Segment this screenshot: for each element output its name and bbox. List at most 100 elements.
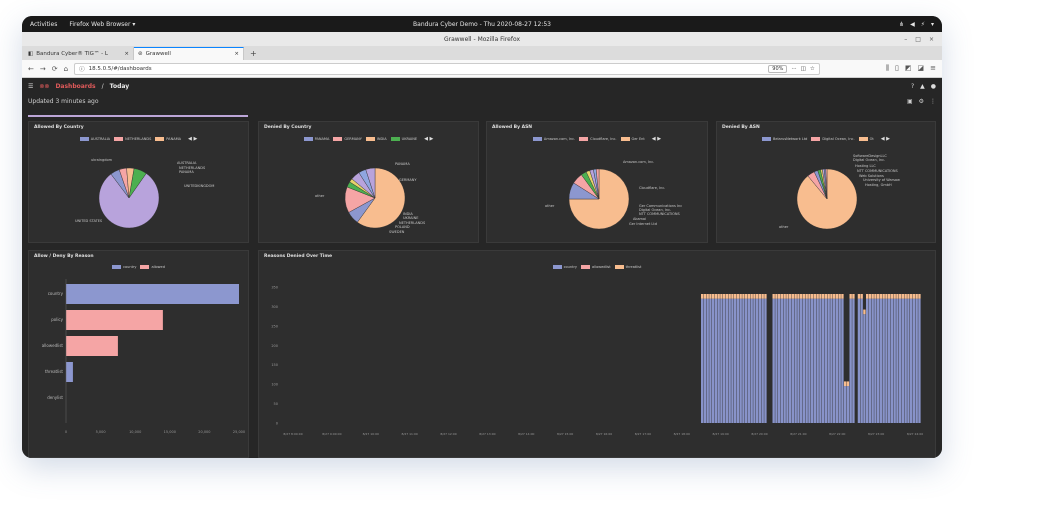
time-bar-cap[interactable] bbox=[910, 293, 913, 299]
time-bar[interactable] bbox=[780, 298, 784, 423]
time-bar-cap[interactable] bbox=[731, 293, 734, 299]
time-bar-cap[interactable] bbox=[800, 293, 803, 299]
time-bar-cap[interactable] bbox=[827, 293, 830, 299]
forward-icon[interactable]: → bbox=[40, 65, 46, 73]
time-bar-cap[interactable] bbox=[844, 381, 847, 387]
power-icon[interactable]: ⚡ bbox=[921, 21, 925, 28]
time-bar[interactable] bbox=[835, 298, 839, 423]
time-bar[interactable] bbox=[896, 298, 899, 423]
time-bar-cap[interactable] bbox=[703, 293, 707, 299]
time-bar[interactable] bbox=[756, 298, 759, 423]
more-icon[interactable]: ⋮ bbox=[930, 98, 936, 105]
time-bar-cap[interactable] bbox=[893, 293, 896, 299]
time-bar[interactable] bbox=[775, 298, 778, 423]
breadcrumb-page[interactable]: Today bbox=[110, 83, 130, 90]
time-bar-cap[interactable] bbox=[756, 293, 759, 299]
time-bar[interactable] bbox=[761, 298, 764, 423]
time-bar-cap[interactable] bbox=[772, 293, 775, 299]
time-bar-cap[interactable] bbox=[877, 293, 880, 299]
time-bar[interactable] bbox=[877, 298, 880, 423]
time-bar[interactable] bbox=[901, 298, 905, 423]
time-bar[interactable] bbox=[731, 298, 734, 423]
time-bar-cap[interactable] bbox=[819, 293, 822, 299]
extension-icon[interactable]: ◩ bbox=[905, 64, 912, 73]
time-bar-cap[interactable] bbox=[838, 293, 841, 299]
time-bar-cap[interactable] bbox=[739, 293, 742, 299]
time-bar-cap[interactable] bbox=[805, 293, 808, 299]
library-icon[interactable]: ⫼ bbox=[886, 64, 889, 73]
time-bar-cap[interactable] bbox=[714, 293, 718, 299]
bar[interactable] bbox=[66, 336, 118, 356]
time-bar-cap[interactable] bbox=[764, 293, 767, 299]
time-bar[interactable] bbox=[725, 298, 729, 423]
time-bar[interactable] bbox=[816, 298, 819, 423]
time-bar-cap[interactable] bbox=[918, 293, 921, 299]
sidebar-icon[interactable]: ▯ bbox=[895, 64, 899, 73]
time-bar[interactable] bbox=[893, 298, 896, 423]
time-bar-cap[interactable] bbox=[822, 293, 825, 299]
bar[interactable] bbox=[66, 310, 163, 330]
time-bar-cap[interactable] bbox=[890, 293, 894, 299]
time-bar[interactable] bbox=[742, 298, 745, 423]
time-bar[interactable] bbox=[885, 298, 888, 423]
time-bar-cap[interactable] bbox=[747, 293, 751, 299]
grafana-logo-icon[interactable]: ⊗⊗ bbox=[39, 83, 49, 90]
panel-allow-deny-by-reason[interactable]: Allow / Deny By Reason country allowed c… bbox=[28, 250, 249, 458]
avatar[interactable]: ● bbox=[931, 83, 936, 90]
time-bar-cap[interactable] bbox=[808, 293, 811, 299]
time-bar[interactable] bbox=[849, 298, 852, 423]
panel-denied-by-country[interactable]: Denied By Country PANAMA GERMANY INDIA U… bbox=[258, 121, 479, 243]
time-bar[interactable] bbox=[863, 314, 866, 423]
time-bar[interactable] bbox=[838, 298, 841, 423]
time-bar[interactable] bbox=[888, 298, 891, 423]
url-bar[interactable]: ⓘ 18.5.0.5/#/dashboards 90% ··· ◫ ☆ bbox=[74, 62, 820, 75]
time-bar[interactable] bbox=[918, 298, 921, 423]
panel-reasons-denied-over-time[interactable]: Reasons Denied Over Time country allowed… bbox=[258, 250, 936, 458]
minimize-icon[interactable]: – bbox=[904, 36, 907, 43]
time-bar[interactable] bbox=[739, 298, 742, 423]
time-bar[interactable] bbox=[714, 298, 718, 423]
time-bar-cap[interactable] bbox=[745, 293, 748, 299]
info-icon[interactable]: ⓘ bbox=[79, 65, 85, 73]
time-bar[interactable] bbox=[819, 298, 822, 423]
tab-grawwell[interactable]: ⊚ Grawwell × bbox=[134, 47, 244, 60]
time-bar-cap[interactable] bbox=[874, 293, 877, 299]
time-bar-cap[interactable] bbox=[841, 293, 844, 299]
time-bar[interactable] bbox=[827, 298, 830, 423]
activities-button[interactable]: Activities bbox=[30, 21, 57, 28]
time-bar-cap[interactable] bbox=[750, 293, 753, 299]
time-bar[interactable] bbox=[728, 298, 731, 423]
system-menu-icon[interactable]: ▾ bbox=[931, 21, 934, 28]
help-icon[interactable]: ? bbox=[911, 83, 914, 90]
time-bar-cap[interactable] bbox=[915, 293, 918, 299]
time-bar[interactable] bbox=[745, 298, 748, 423]
time-bar-cap[interactable] bbox=[813, 293, 817, 299]
time-bar[interactable] bbox=[874, 298, 877, 423]
time-bar-cap[interactable] bbox=[816, 293, 819, 299]
time-bar[interactable] bbox=[789, 298, 792, 423]
time-bar-cap[interactable] bbox=[896, 293, 899, 299]
time-bar-cap[interactable] bbox=[901, 293, 905, 299]
hamburger-icon[interactable]: ☰ bbox=[28, 83, 33, 90]
save-icon[interactable]: ▣ bbox=[907, 98, 913, 105]
time-bar-cap[interactable] bbox=[778, 293, 781, 299]
network-icon[interactable]: ⋔ bbox=[899, 21, 904, 28]
time-bar-cap[interactable] bbox=[734, 293, 737, 299]
panel-denied-by-asn[interactable]: Denied By ASN BelarusNetwork Ltd Digital… bbox=[716, 121, 936, 243]
time-bar-cap[interactable] bbox=[912, 293, 916, 299]
time-bar[interactable] bbox=[797, 298, 800, 423]
time-bar-cap[interactable] bbox=[852, 293, 855, 299]
pocket-icon[interactable]: ◫ bbox=[801, 66, 806, 72]
time-bar[interactable] bbox=[904, 298, 907, 423]
time-bar-cap[interactable] bbox=[789, 293, 792, 299]
maximize-icon[interactable]: □ bbox=[915, 36, 921, 43]
time-bar[interactable] bbox=[915, 298, 918, 423]
time-bar-cap[interactable] bbox=[775, 293, 778, 299]
settings-gear-icon[interactable]: ⚙ bbox=[919, 98, 924, 105]
time-bar[interactable] bbox=[736, 298, 740, 423]
time-bar-cap[interactable] bbox=[786, 293, 789, 299]
time-bar[interactable] bbox=[753, 298, 756, 423]
time-bar[interactable] bbox=[844, 386, 847, 423]
time-bar[interactable] bbox=[808, 298, 811, 423]
time-bar[interactable] bbox=[907, 298, 910, 423]
